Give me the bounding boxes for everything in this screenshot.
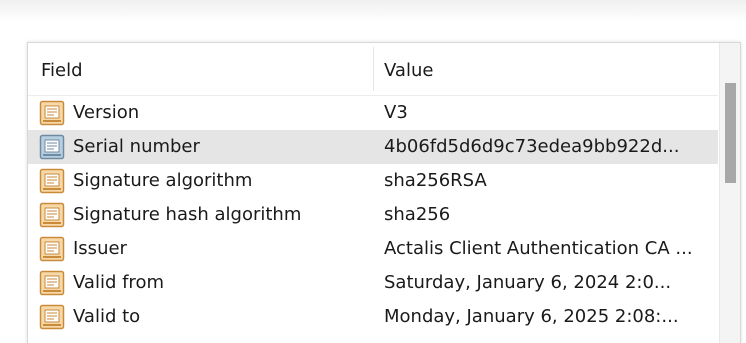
field-value: Monday, January 6, 2025 2:08:...	[384, 306, 679, 327]
certificate-field-icon	[39, 236, 65, 262]
scrollbar-thumb[interactable]	[725, 83, 736, 183]
certificate-field-icon	[39, 270, 65, 296]
certificate-details-window: Field Value Version V3 Serial number 4b0…	[0, 0, 746, 343]
certificate-field-icon	[39, 168, 65, 194]
list-row-valid-to[interactable]: Valid to Monday, January 6, 2025 2:08:..…	[28, 300, 718, 334]
list-header: Field Value	[28, 43, 718, 96]
certificate-field-icon	[39, 100, 65, 126]
certificate-field-icon	[39, 304, 65, 330]
vertical-scrollbar[interactable]	[719, 43, 740, 343]
list-row-version[interactable]: Version V3	[28, 96, 718, 130]
field-value: sha256RSA	[384, 170, 487, 191]
field-value: Saturday, January 6, 2024 2:0...	[384, 272, 672, 293]
field-label: Serial number	[73, 136, 200, 157]
certificate-fields-list: Field Value Version V3 Serial number 4b0…	[27, 42, 741, 343]
field-value: V3	[384, 102, 408, 123]
list-row-signature-hash-algorithm[interactable]: Signature hash algorithm sha256	[28, 198, 718, 232]
field-value: sha256	[384, 204, 451, 225]
list-row-signature-algorithm[interactable]: Signature algorithm sha256RSA	[28, 164, 718, 198]
certificate-field-icon	[39, 202, 65, 228]
field-value: Actalis Client Authentication CA ...	[384, 238, 693, 259]
field-label: Signature algorithm	[73, 170, 253, 191]
list-row-serial-number[interactable]: Serial number 4b06fd5d6d9c73edea9bb922d.…	[28, 130, 718, 164]
field-label: Valid from	[73, 272, 164, 293]
field-label: Issuer	[73, 238, 127, 259]
list-row-issuer[interactable]: Issuer Actalis Client Authentication CA …	[28, 232, 718, 266]
window-top-edge	[0, 0, 746, 22]
column-header-field[interactable]: Field	[41, 60, 83, 81]
field-label: Signature hash algorithm	[73, 204, 302, 225]
field-label: Valid to	[73, 306, 141, 327]
column-divider[interactable]	[373, 47, 374, 91]
field-value: 4b06fd5d6d9c73edea9bb922d...	[384, 136, 680, 157]
column-header-value[interactable]: Value	[384, 60, 433, 81]
list-row-valid-from[interactable]: Valid from Saturday, January 6, 2024 2:0…	[28, 266, 718, 300]
certificate-field-icon-selected	[39, 134, 65, 160]
field-label: Version	[73, 102, 140, 123]
